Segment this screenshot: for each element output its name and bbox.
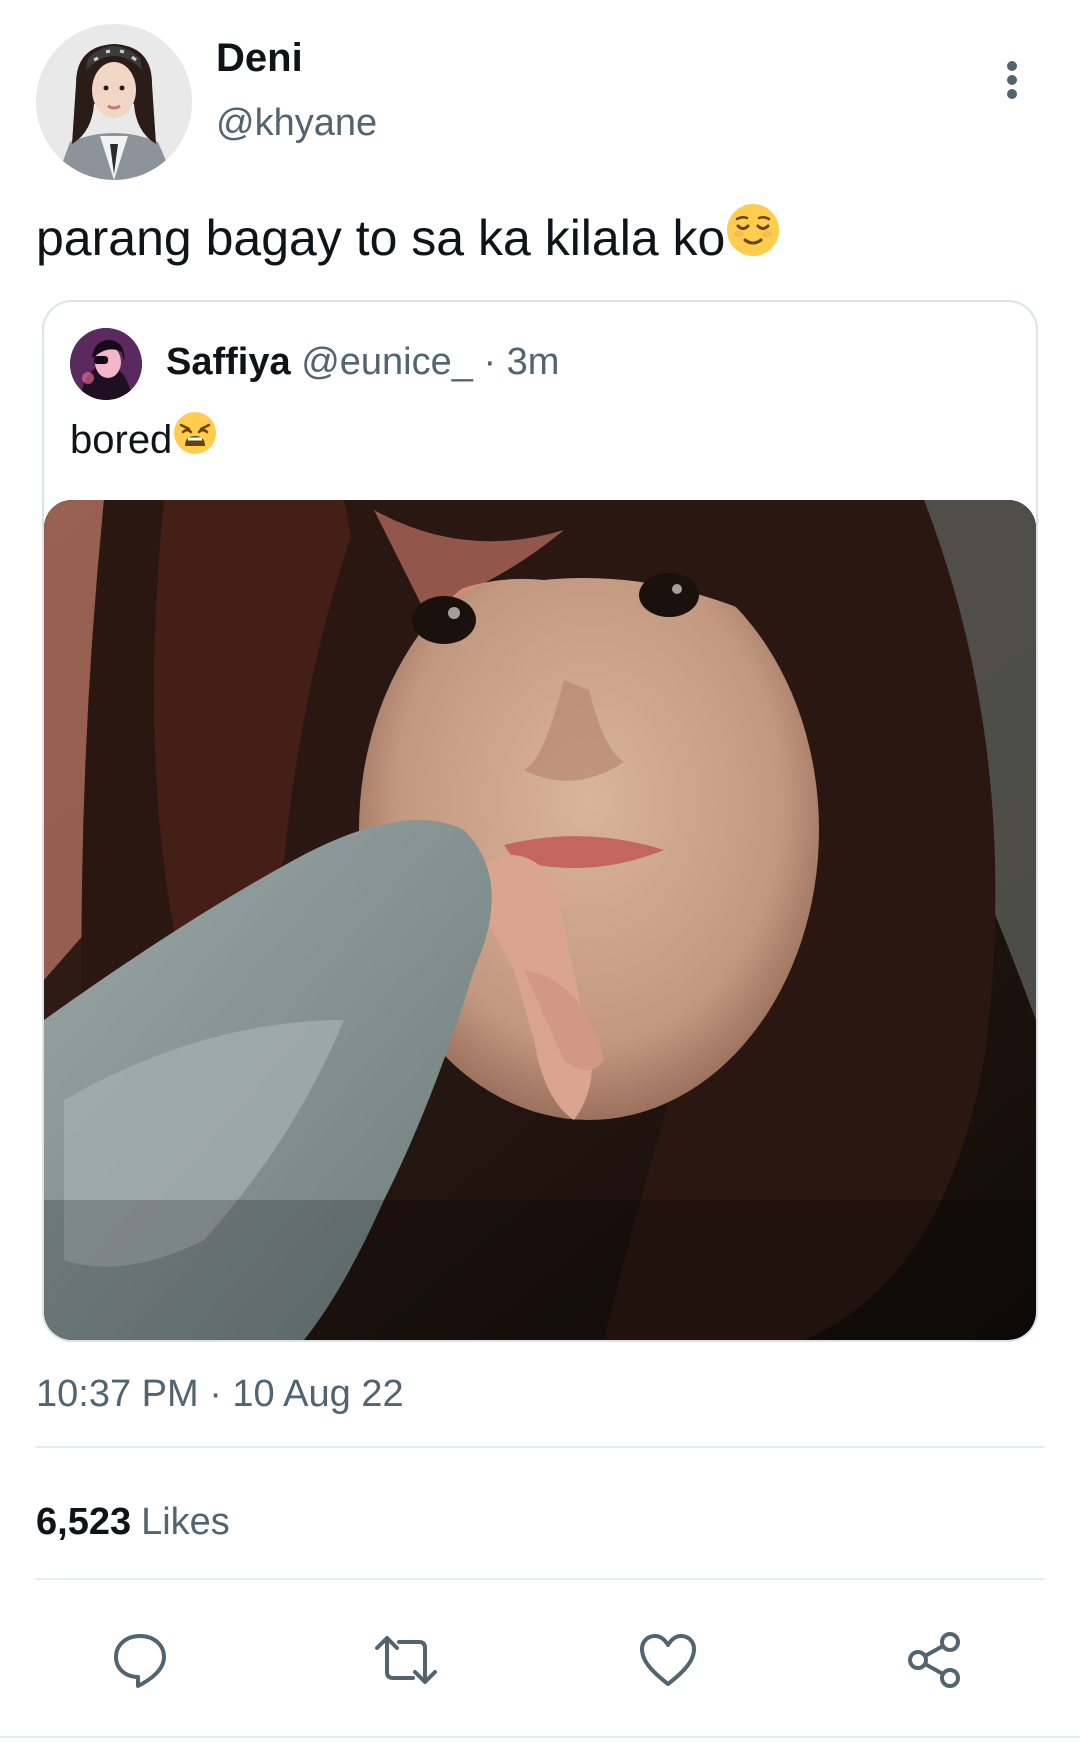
divider-top	[36, 1446, 1044, 1448]
divider-bottom	[36, 1578, 1044, 1580]
likes-count: 6,523	[36, 1501, 132, 1543]
relieved-face-emoji	[725, 202, 781, 273]
quoted-tweet-header: Saffiya @eunice_ · 3m	[166, 338, 559, 386]
quoted-tweet-card[interactable]: Saffiya @eunice_ · 3m bored	[42, 300, 1038, 1342]
quoted-tweet-text-content: bored	[70, 417, 173, 462]
heart-icon	[640, 1634, 696, 1686]
bottom-divider	[0, 1736, 1080, 1738]
tweet-action-bar	[0, 1620, 1080, 1710]
retweet-button[interactable]	[366, 1620, 446, 1700]
tweet-text: parang bagay to sa ka kilala ko	[36, 202, 781, 273]
retweet-icon	[375, 1636, 437, 1684]
share-icon	[908, 1632, 960, 1688]
likes-label: Likes	[141, 1501, 230, 1543]
author-handle[interactable]: @khyane	[216, 100, 377, 146]
reply-button[interactable]	[100, 1620, 180, 1700]
quoted-tweet-photo[interactable]	[44, 500, 1036, 1340]
like-button[interactable]	[628, 1620, 708, 1700]
weary-face-emoji	[172, 410, 218, 469]
share-button[interactable]	[894, 1620, 974, 1700]
more-options-button[interactable]	[990, 50, 1034, 110]
quoted-time-ago: 3m	[506, 341, 560, 383]
author-avatar[interactable]	[36, 24, 192, 180]
tweet-text-content: parang bagay to sa ka kilala ko	[36, 209, 726, 266]
quoted-author-avatar[interactable]	[70, 328, 142, 400]
meta-separator: ·	[483, 341, 497, 383]
likes-stat[interactable]: 6,523 Likes	[36, 1498, 230, 1546]
quoted-author-name[interactable]: Saffiya	[166, 341, 291, 383]
author-display-name[interactable]: Deni	[216, 34, 303, 82]
quoted-author-handle[interactable]: @eunice_	[301, 341, 473, 383]
quoted-tweet-text: bored	[70, 410, 218, 469]
tweet-timestamp[interactable]: 10:37 PM · 10 Aug 22	[36, 1370, 404, 1418]
reply-icon	[114, 1634, 166, 1688]
more-vertical-icon	[1007, 61, 1017, 99]
